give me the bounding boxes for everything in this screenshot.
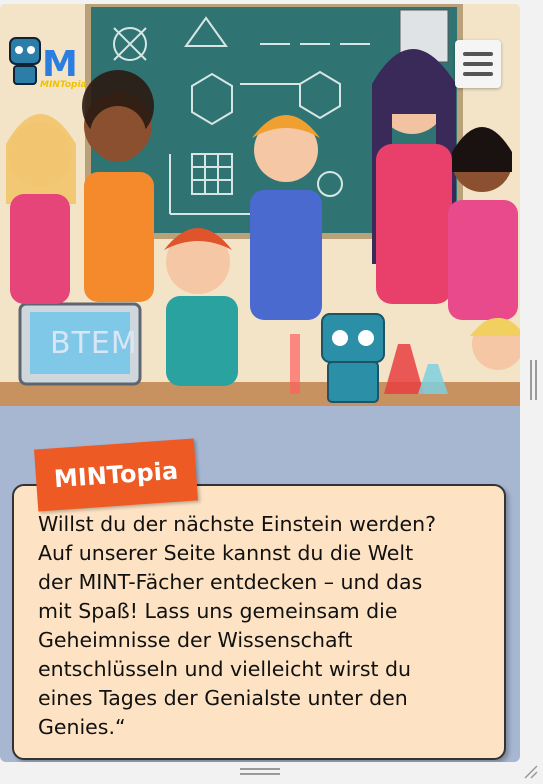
- site-logo[interactable]: M: [4, 24, 90, 102]
- hero-illustration: M MINTopia BTEM: [0, 4, 520, 406]
- brand-badge: MINTopia: [34, 438, 198, 512]
- robot-logo-icon: M: [9, 37, 78, 85]
- app-viewport: M MINTopia BTEM Willst du der nächste Ei…: [0, 4, 520, 762]
- horizontal-scroll-handle[interactable]: [240, 768, 280, 778]
- hamburger-icon-line: [463, 62, 493, 66]
- monitor-sign: BTEM: [50, 326, 138, 361]
- menu-button[interactable]: [455, 40, 501, 88]
- brand-badge-title: MINTopia: [53, 456, 179, 494]
- intro-text: Willst du der nächste Einstein werden? A…: [38, 512, 437, 739]
- logo-text: MINTopia: [40, 80, 87, 90]
- hamburger-icon: [463, 52, 493, 56]
- resize-grip-icon[interactable]: [523, 764, 539, 780]
- svg-text:M: M: [42, 44, 78, 85]
- hamburger-icon-line: [463, 72, 493, 76]
- vertical-scroll-handle[interactable]: [528, 360, 538, 400]
- intro-card: Willst du der nächste Einstein werden? A…: [12, 484, 506, 760]
